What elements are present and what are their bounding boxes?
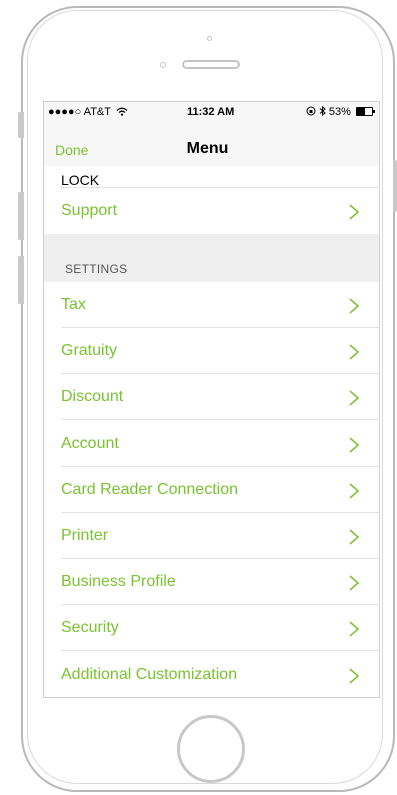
navigation-bar: Done Menu — [44, 124, 379, 166]
status-bar: ●●●●○ AT&T 11:32 AM 53% — [44, 102, 379, 124]
wifi-icon — [116, 107, 128, 116]
menu-item-additional-customization[interactable]: Additional Customization — [44, 651, 379, 697]
mute-switch — [18, 112, 24, 138]
nav-title-wrap: Menu — [44, 140, 379, 158]
menu-item-label: Additional Customization — [61, 665, 238, 683]
battery-fill — [357, 108, 365, 115]
chevron-right-icon — [349, 621, 360, 637]
menu-item-support[interactable]: Support — [44, 188, 379, 234]
chevron-right-icon — [349, 668, 360, 684]
menu-item-card-reader-connection[interactable]: Card Reader Connection — [44, 466, 379, 513]
menu-item-label: Discount — [61, 388, 124, 406]
orientation-lock-icon — [306, 106, 316, 116]
chevron-right-icon — [349, 483, 360, 499]
page-title: Menu — [186, 140, 229, 157]
menu-item-label: Tax — [61, 296, 86, 313]
menu-item-discount[interactable]: Discount — [44, 374, 379, 421]
volume-up-button — [18, 192, 24, 240]
status-time: 11:32 AM — [187, 106, 235, 118]
volume-down-button — [18, 256, 24, 304]
menu-item-business-profile[interactable]: Business Profile — [44, 559, 379, 606]
status-right: 53% — [306, 105, 375, 118]
menu-item-label: Card Reader Connection — [61, 480, 238, 498]
chevron-right-icon — [349, 298, 360, 314]
chevron-right-icon — [349, 390, 360, 406]
menu-item-tax[interactable]: Tax — [44, 282, 379, 328]
chevron-right-icon — [349, 575, 360, 591]
phone-screen: ●●●●○ AT&T 11:32 AM 53% Done Menu Lock — [43, 101, 380, 698]
menu-item-printer[interactable]: Printer — [44, 513, 379, 559]
menu-item-label: Gratuity — [61, 342, 118, 360]
home-button[interactable] — [177, 715, 245, 783]
carrier-signal: ●●●●○ AT&T — [48, 106, 128, 118]
earpiece-speaker — [182, 60, 240, 69]
power-button — [393, 160, 397, 212]
menu-item-label: Security — [61, 619, 119, 637]
menu-item-label: Lock — [61, 172, 100, 188]
battery-percent: 53% — [328, 106, 351, 118]
menu-item-lock[interactable]: Lock — [44, 166, 379, 188]
settings-section-header: SETTINGS — [44, 234, 379, 282]
chevron-right-icon — [349, 437, 360, 453]
front-camera — [207, 36, 212, 41]
menu-item-gratuity[interactable]: Gratuity — [44, 328, 379, 375]
menu-item-label: Printer — [61, 527, 109, 544]
proximity-sensor — [160, 62, 166, 68]
menu-item-label: Support — [61, 202, 118, 219]
chevron-right-icon — [349, 204, 360, 220]
menu-item-security[interactable]: Security — [44, 605, 379, 652]
section-header-label: SETTINGS — [65, 262, 128, 276]
bluetooth-icon — [319, 105, 326, 117]
battery-icon — [356, 107, 375, 116]
menu-item-label: Account — [61, 434, 119, 452]
menu-list: Lock Support SETTINGS Tax Gratuity Discoun… — [44, 166, 379, 697]
chevron-right-icon — [349, 529, 360, 545]
menu-item-account[interactable]: Account — [44, 420, 379, 467]
carrier-label: ●●●●○ AT&T — [48, 106, 111, 118]
menu-item-label: Business Profile — [61, 573, 176, 591]
chevron-right-icon — [349, 344, 360, 360]
